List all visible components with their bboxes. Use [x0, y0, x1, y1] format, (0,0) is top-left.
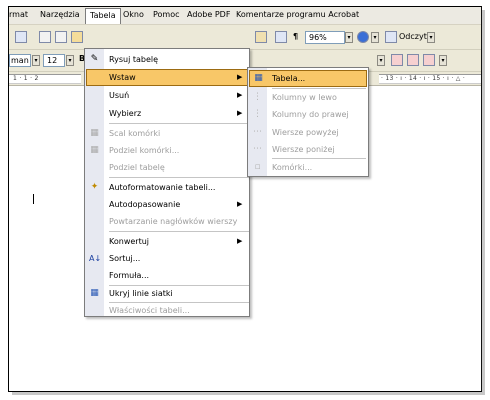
grid-icon: ▦	[90, 288, 99, 298]
help-icon[interactable]	[357, 31, 369, 43]
merge-cells-icon: ▦	[90, 128, 99, 138]
menu-separator	[109, 177, 249, 178]
menu-format[interactable]: rmat	[9, 10, 28, 19]
tabela-menu: ✎ Rysuj tabelę Wstaw ▶ Usuń ▶ Wybierz ▶ …	[84, 48, 250, 317]
sort-icon: A↓	[89, 254, 102, 263]
menu-item-wlasciwosci[interactable]: Właściwości tabeli...	[85, 302, 249, 319]
research-icon[interactable]	[15, 31, 27, 43]
submenu-arrow-icon: ▶	[237, 91, 243, 99]
font-name-dropdown-icon[interactable]: ▾	[32, 55, 40, 66]
menu-separator	[109, 123, 249, 124]
submenu-item-kolumny-do-prawej[interactable]: ⋮ Kolumny do prawej	[248, 106, 368, 123]
toolbar-options-icon[interactable]: ▾	[427, 32, 435, 43]
pdf-icon[interactable]	[391, 54, 403, 66]
menu-item-rysuj-tabele[interactable]: ✎ Rysuj tabelę	[85, 51, 249, 68]
font-size-value: 12	[47, 56, 58, 65]
menu-item-powtarzanie-naglowkow[interactable]: Powtarzanie nagłówków wierszy	[85, 213, 249, 230]
menu-adobe-pdf[interactable]: Adobe PDF	[187, 10, 230, 19]
paste-icon[interactable]	[71, 31, 83, 43]
text-cursor	[33, 194, 34, 204]
menu-okno[interactable]: Okno	[123, 10, 144, 19]
show-hide-icon[interactable]: ¶	[293, 32, 298, 41]
copy-icon[interactable]	[55, 31, 67, 43]
ruler-left-marks: 1 · 1 · 2	[13, 75, 39, 82]
submenu-arrow-icon: ▶	[237, 73, 243, 81]
menu-item-scal-komorki[interactable]: ▦ Scal komórki	[85, 125, 249, 142]
insert-column-right-icon: ⋮	[253, 109, 262, 119]
menu-pomoc[interactable]: Pomoc	[153, 10, 180, 19]
menu-item-formula[interactable]: Formuła...	[85, 267, 249, 284]
submenu-item-kolumny-w-lewo[interactable]: ⋮ Kolumny w lewo	[248, 89, 368, 106]
insert-row-below-icon: ⋯	[253, 144, 262, 154]
pdf-review-icon[interactable]	[423, 54, 435, 66]
font-name-select[interactable]: man	[9, 54, 31, 67]
pdf-mail-icon[interactable]	[407, 54, 419, 66]
menu-narzedzia[interactable]: Narzędzia	[40, 10, 80, 19]
menu-item-podziel-tabele[interactable]: Podziel tabelę	[85, 159, 249, 176]
insert-row-above-icon: ⋯	[253, 127, 262, 137]
document-map-icon[interactable]	[275, 31, 287, 43]
menu-komentarze[interactable]: Komentarze programu Acrobat	[236, 10, 359, 19]
menu-item-autoformatowanie[interactable]: ✦ Autoformatowanie tabeli...	[85, 179, 249, 196]
menu-item-ukryj-linie[interactable]: ▦ Ukryj linie siatki	[85, 285, 249, 302]
menu-item-wstaw[interactable]: Wstaw ▶	[86, 69, 248, 86]
insert-cells-icon: ▫	[254, 162, 261, 172]
zoom-select[interactable]: 96%	[305, 31, 345, 44]
cut-icon[interactable]	[39, 31, 51, 43]
menu-item-sortuj[interactable]: A↓ Sortuj...	[85, 250, 249, 267]
font-size-dropdown-icon[interactable]: ▾	[66, 55, 74, 66]
zoom-value: 96%	[309, 33, 327, 42]
menu-item-podziel-komorki[interactable]: ▦ Podziel komórki...	[85, 142, 249, 159]
submenu-item-komorki[interactable]: ▫ Komórki...	[248, 159, 368, 176]
submenu-arrow-icon: ▶	[237, 109, 243, 117]
read-button[interactable]: Odczyt	[399, 32, 427, 41]
menu-item-wybierz[interactable]: Wybierz ▶	[85, 105, 249, 122]
menu-item-konwertuj[interactable]: Konwertuj ▶	[85, 233, 249, 250]
word-window: rmat Narzędzia Tabela Okno Pomoc Adobe P…	[8, 6, 482, 392]
color-dropdown-icon[interactable]: ▾	[377, 55, 385, 66]
autoformat-icon: ✦	[90, 182, 99, 192]
menu-item-usun[interactable]: Usuń ▶	[85, 87, 249, 104]
font-size-select[interactable]: 12	[43, 54, 65, 67]
split-cells-icon: ▦	[90, 145, 99, 155]
read-icon[interactable]	[385, 31, 397, 43]
drawing-icon[interactable]	[255, 31, 267, 43]
pencil-icon: ✎	[90, 54, 99, 64]
wstaw-submenu: ▦ Tabela... ⋮ Kolumny w lewo ⋮ Kolumny d…	[247, 67, 369, 177]
zoom-dropdown-icon[interactable]: ▾	[345, 32, 353, 43]
help-dropdown-icon[interactable]: ▾	[371, 32, 379, 43]
insert-table-icon: ▦	[254, 73, 263, 83]
menu-item-autodopasowanie[interactable]: Autodopasowanie ▶	[85, 196, 249, 213]
menu-tabela[interactable]: Tabela	[85, 8, 121, 24]
submenu-item-tabela[interactable]: ▦ Tabela...	[249, 70, 367, 87]
submenu-item-wiersze-ponizej[interactable]: ⋯ Wiersze poniżej	[248, 141, 368, 158]
submenu-arrow-icon: ▶	[237, 237, 243, 245]
font-name-value: man	[11, 56, 29, 65]
ruler-right-marks: · 13 · ı · 14 · ı · 15 · ı · △ ·	[381, 75, 466, 82]
submenu-arrow-icon: ▶	[237, 200, 243, 208]
menu-bar: rmat Narzędzia Tabela Okno Pomoc Adobe P…	[9, 7, 481, 25]
format-options-icon[interactable]: ▾	[439, 55, 447, 66]
insert-column-left-icon: ⋮	[253, 92, 262, 102]
menu-separator	[109, 231, 249, 232]
submenu-item-wiersze-powyzej[interactable]: ⋯ Wiersze powyżej	[248, 124, 368, 141]
standard-toolbar: ¶ 96% ▾ ▾ Odczyt ▾	[9, 25, 481, 50]
